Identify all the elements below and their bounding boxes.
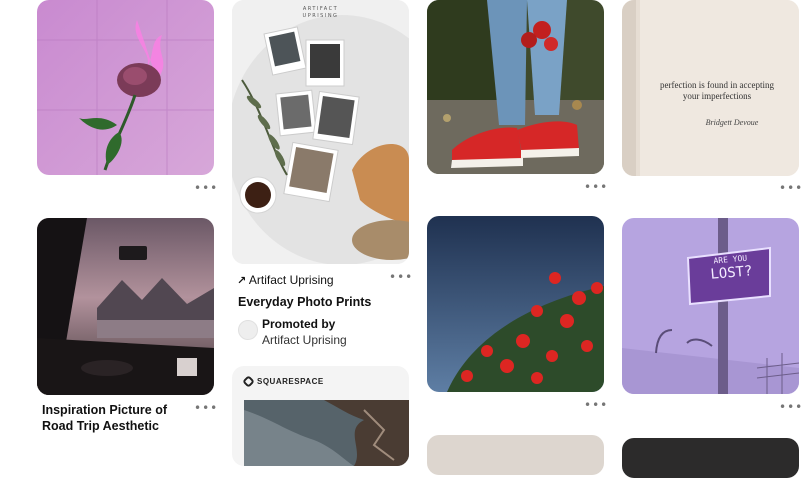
artifact-pin-title[interactable]: Everyday Photo Prints <box>238 294 371 310</box>
promoted-by-label: Promoted by <box>262 317 336 331</box>
book-quote-text: perfection is found in accepting your im… <box>642 80 792 102</box>
road-trip-pin-title[interactable]: Inspiration Picture of Road Trip Aesthet… <box>42 402 197 434</box>
rose-pin-menu-button[interactable]: ••• <box>194 182 217 194</box>
squarespace-label: SQUARESPACE <box>257 377 324 386</box>
artifact-source-label: Artifact Uprising <box>248 273 334 287</box>
pin-image-col3-bottom[interactable] <box>427 435 604 475</box>
pin-image-book-quote[interactable]: perfection is found in accepting your im… <box>622 0 799 176</box>
red-sneakers-image <box>427 0 604 174</box>
promoter-avatar[interactable] <box>238 320 258 340</box>
pin-image-artifact-uprising[interactable]: ARTIFACT UPRISING <box>232 0 409 264</box>
flowers-pin-menu-button[interactable]: ••• <box>584 399 607 411</box>
sneakers-pin-menu-button[interactable]: ••• <box>584 181 607 193</box>
artifact-source-link[interactable]: ↗ Artifact Uprising <box>237 273 334 288</box>
quote-line-1: perfection is found in accepting <box>660 80 774 90</box>
artifact-uprising-wordmark: ARTIFACT UPRISING <box>232 6 409 20</box>
pin-image-rose-fire[interactable] <box>37 0 214 175</box>
red-flowers-image <box>427 216 604 392</box>
rose-fire-image <box>37 0 214 175</box>
squarespace-icon <box>242 375 255 388</box>
pin-image-red-sneakers[interactable] <box>427 0 604 174</box>
pin-image-road-trip[interactable] <box>37 218 214 395</box>
lost-sign-image <box>622 218 799 394</box>
promoter-name[interactable]: Artifact Uprising <box>262 333 347 348</box>
pin-image-col4-bottom[interactable] <box>622 438 799 478</box>
coastline-image <box>244 400 409 466</box>
book-quote-author: Bridgett Devoue <box>705 118 759 127</box>
squarespace-logo: SQUARESPACE <box>242 375 324 388</box>
wordmark-line-top: ARTIFACT <box>302 6 339 12</box>
pin-image-squarespace[interactable]: SQUARESPACE <box>232 366 409 466</box>
external-link-arrow-icon: ↗ <box>237 274 247 287</box>
road-trip-pin-menu-button[interactable]: ••• <box>194 402 217 414</box>
artifact-pin-menu-button[interactable]: ••• <box>389 271 412 283</box>
photo-prints-image <box>232 0 409 264</box>
lost-pin-menu-button[interactable]: ••• <box>779 401 802 413</box>
road-trip-image <box>37 218 214 395</box>
quote-pin-menu-button[interactable]: ••• <box>779 182 802 194</box>
quote-line-2: your imperfections <box>682 91 752 101</box>
wordmark-line-bottom: UPRISING <box>302 13 339 19</box>
pin-image-are-you-lost[interactable]: ARE YOU LOST? <box>622 218 799 394</box>
pin-image-red-flowers[interactable] <box>427 216 604 392</box>
